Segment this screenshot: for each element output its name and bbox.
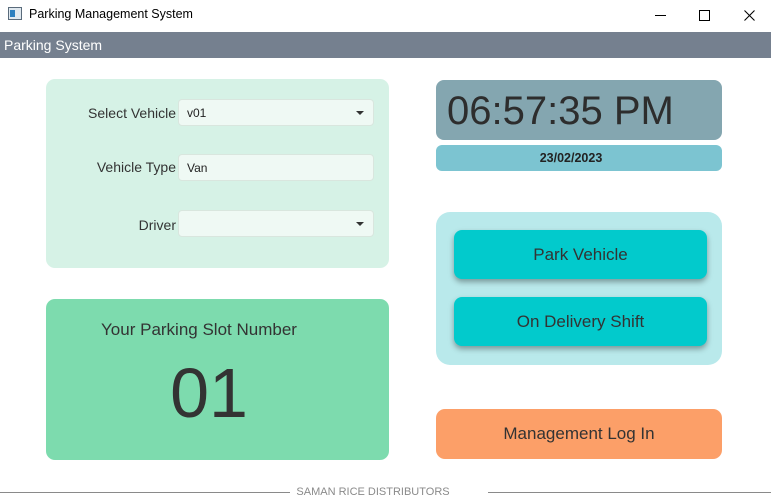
footer-text: SAMAN RICE DISTRIBUTORS	[296, 486, 450, 498]
select-vehicle-value: v01	[187, 105, 207, 120]
maximize-icon	[698, 9, 710, 21]
select-vehicle-label: Select Vehicle	[88, 105, 176, 121]
select-vehicle-dropdown[interactable]: v01	[178, 99, 374, 126]
minimize-button[interactable]	[637, 0, 683, 30]
window-title: Parking Management System	[29, 7, 193, 21]
app-window-icon	[8, 7, 22, 20]
chevron-down-icon	[356, 111, 364, 115]
actions-panel: Park Vehicle On Delivery Shift	[436, 212, 722, 365]
footer-divider-right	[488, 492, 771, 493]
date-panel: 23/02/2023	[436, 145, 722, 171]
clock-panel: 06:57:35 PM	[436, 80, 722, 140]
footer-divider-left	[0, 492, 290, 493]
management-login-button[interactable]: Management Log In	[436, 409, 722, 459]
chevron-down-icon	[356, 222, 364, 226]
app-header-title: Parking System	[4, 37, 103, 53]
driver-label: Driver	[138, 217, 176, 233]
vehicle-type-field[interactable]: Van	[178, 154, 374, 181]
on-delivery-shift-button[interactable]: On Delivery Shift	[454, 297, 707, 346]
app-window: Parking Management System Parking System…	[0, 0, 771, 504]
close-button[interactable]	[726, 0, 771, 30]
close-icon	[743, 9, 755, 21]
vehicle-type-value: Van	[187, 160, 208, 175]
clock-time: 06:57:35 PM	[447, 89, 674, 133]
driver-dropdown[interactable]	[178, 210, 374, 237]
vehicle-form-panel: Select Vehicle v01 Vehicle Type Van Driv…	[46, 79, 389, 268]
park-vehicle-button[interactable]: Park Vehicle	[454, 230, 707, 279]
slot-title: Your Parking Slot Number	[101, 320, 297, 339]
app-header-bar: Parking System	[0, 32, 771, 58]
minimize-icon	[654, 14, 666, 16]
date-text: 23/02/2023	[539, 151, 603, 165]
slot-number: 01	[170, 354, 248, 432]
vehicle-type-label: Vehicle Type	[96, 159, 176, 175]
title-bar[interactable]: Parking Management System	[0, 0, 771, 30]
parking-slot-panel: Your Parking Slot Number 01	[46, 299, 389, 460]
maximize-button[interactable]	[681, 0, 727, 30]
